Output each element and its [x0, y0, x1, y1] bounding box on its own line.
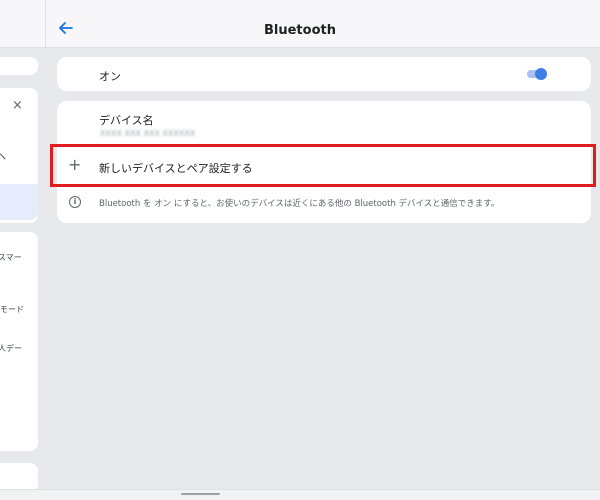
pair-new-device-label: 新しいデバイスとペア設定する: [99, 162, 253, 175]
bluetooth-info-text: Bluetooth を オン にすると、お使いのデバイスは近くにある他の Blu…: [99, 199, 500, 209]
bluetooth-switch[interactable]: [527, 68, 549, 80]
device-name-label[interactable]: デバイス名: [99, 112, 154, 128]
page-title: Bluetooth: [264, 23, 336, 38]
home-handle[interactable]: [181, 493, 220, 495]
page-title-wrap: Bluetooth: [0, 23, 600, 38]
device-name-value: XXXX XXX XXX XXXXXX: [100, 129, 196, 138]
switch-knob: [535, 68, 547, 80]
left-nav-selected-item[interactable]: [0, 184, 38, 220]
plus-icon: +: [68, 155, 82, 174]
bluetooth-toggle-label: オン: [99, 70, 121, 83]
left-nav-glyph: ヘ: [0, 152, 6, 163]
left-item-1[interactable]: スマー: [0, 252, 22, 263]
close-icon[interactable]: ×: [12, 98, 23, 113]
gesture-bar: [0, 489, 600, 500]
left-search-card[interactable]: [0, 57, 38, 75]
left-settings-card: [0, 232, 38, 451]
info-icon: i: [69, 196, 81, 208]
bluetooth-toggle-row[interactable]: [57, 57, 591, 91]
left-item-3[interactable]: 人デー: [0, 343, 22, 354]
left-item-2[interactable]: モード: [0, 304, 24, 315]
